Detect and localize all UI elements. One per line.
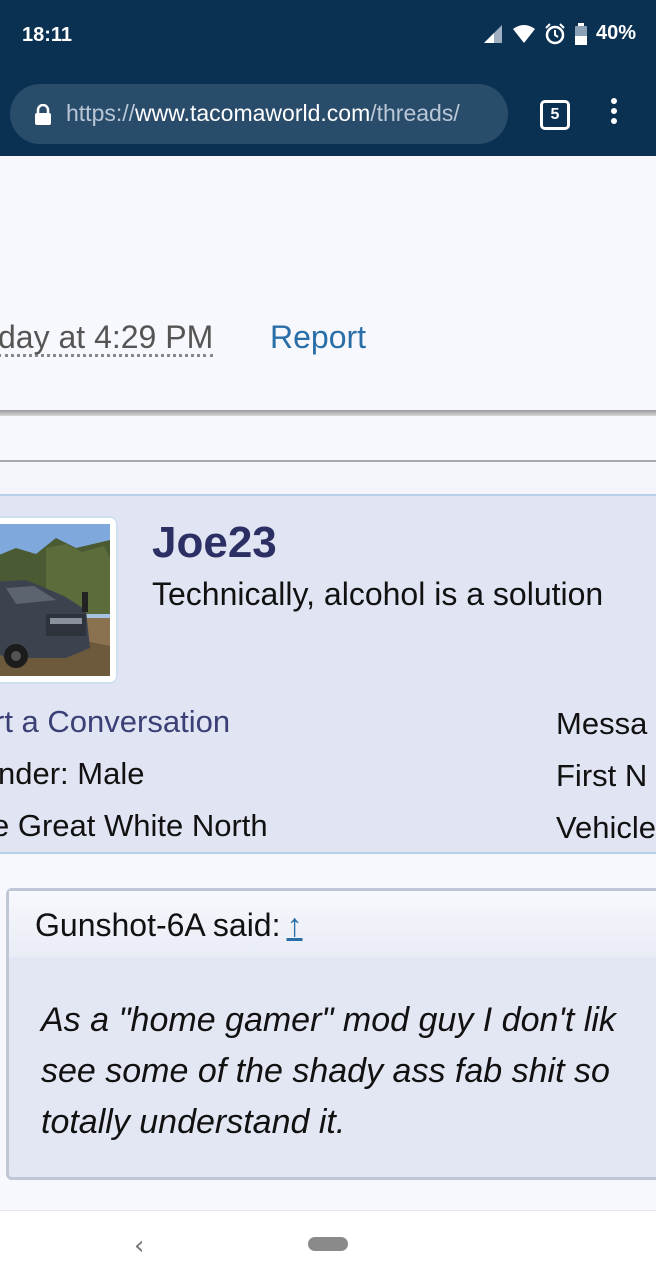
- url-host: www.tacomaworld.com: [135, 100, 371, 126]
- gender-field: nder: Male: [0, 756, 145, 791]
- post-date-link[interactable]: day at 4:29 PM: [0, 320, 214, 357]
- browser-toolbar: https://www.tacomaworld.com/threads/ 5: [0, 76, 656, 156]
- location-field: e Great White North: [0, 808, 268, 843]
- gap-band: [0, 462, 656, 494]
- quote-line: totally understand it.: [41, 1103, 346, 1141]
- avatar[interactable]: [0, 516, 118, 684]
- jump-to-quote-link[interactable]: ↑: [286, 907, 302, 943]
- quote-line: see some of the shady ass fab shit so: [41, 1052, 610, 1090]
- vehicle-label: Vehicle: [556, 810, 656, 845]
- status-time: 18:11: [22, 24, 73, 46]
- first-name-label: First N: [556, 758, 648, 793]
- quote-header: Gunshot-6A said: ↑: [9, 891, 656, 957]
- signal-icon: [482, 24, 504, 44]
- status-bar: 18:11 40%: [0, 0, 656, 76]
- quote-block: Gunshot-6A said: ↑ As a "home gamer" mod …: [6, 888, 656, 1180]
- report-link[interactable]: Report: [270, 320, 366, 354]
- page-bottom-band: [0, 1180, 656, 1210]
- username-link[interactable]: Joe23: [152, 518, 277, 568]
- gap-band: [0, 416, 656, 460]
- user-title: Technically, alcohol is a solution: [152, 576, 604, 612]
- quote-author: Gunshot-6A said: ↑: [35, 907, 302, 944]
- alarm-icon: [544, 22, 566, 45]
- tab-switcher-button[interactable]: 5: [540, 100, 570, 130]
- user-info-card: Joe23 Technically, alcohol is a solution…: [0, 494, 656, 854]
- quote-author-text: Gunshot-6A said:: [35, 907, 281, 943]
- lock-icon: [34, 103, 52, 130]
- back-icon[interactable]: ‹: [134, 1231, 144, 1261]
- home-pill[interactable]: [308, 1237, 348, 1251]
- address-bar[interactable]: https://www.tacomaworld.com/threads/: [10, 84, 508, 144]
- url-scheme: https://: [66, 100, 136, 126]
- battery-percent: 40%: [595, 22, 636, 44]
- status-icons: 40%: [482, 22, 636, 45]
- start-conversation-link[interactable]: rt a Conversation: [0, 704, 230, 740]
- quote-line: As a "home gamer" mod guy I don't lik: [41, 1001, 616, 1039]
- messages-label: Messa: [556, 706, 648, 741]
- wifi-icon: [512, 24, 536, 44]
- quote-body: As a "home gamer" mod guy I don't lik se…: [41, 995, 616, 1148]
- system-nav-bar: ‹: [0, 1210, 656, 1281]
- url-text[interactable]: https://www.tacomaworld.com/threads/: [66, 100, 502, 127]
- url-path: /threads/: [370, 100, 460, 126]
- previous-post-panel: [0, 156, 656, 410]
- battery-icon: [574, 22, 588, 45]
- overflow-menu-icon[interactable]: [606, 98, 622, 132]
